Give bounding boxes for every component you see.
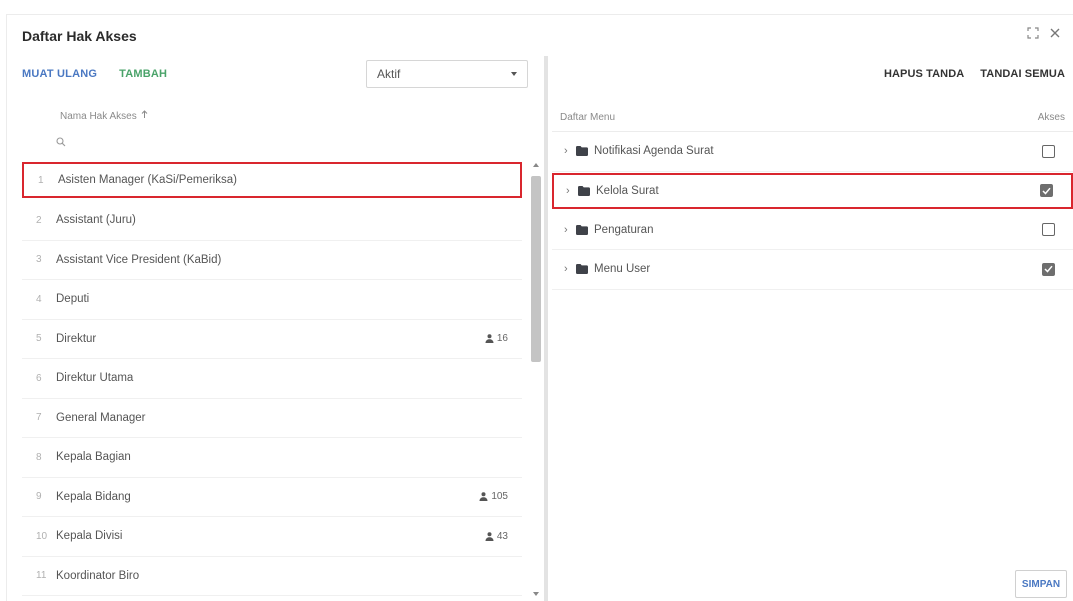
list-item[interactable]: 5 Direktur 16 — [22, 320, 522, 359]
list-item[interactable]: 3 Assistant Vice President (KaBid) — [22, 241, 522, 280]
user-count: 43 — [485, 531, 508, 542]
folder-icon — [576, 224, 588, 235]
list-item[interactable]: 7 General Manager — [22, 399, 522, 438]
access-checkbox[interactable] — [1042, 144, 1055, 158]
access-rights-list: 1 Asisten Manager (KaSi/Pemeriksa) 2 Ass… — [22, 162, 522, 596]
access-checkbox[interactable] — [1040, 184, 1053, 197]
chevron-down-icon — [511, 72, 517, 76]
list-item[interactable]: 10 Kepala Divisi 43 — [22, 517, 522, 557]
menu-table-header: Daftar Menu Akses — [552, 100, 1073, 132]
chevron-right-icon[interactable]: › — [566, 185, 578, 197]
add-button[interactable]: TAMBAH — [119, 68, 167, 80]
sort-asc-icon — [141, 110, 148, 122]
search-field[interactable] — [56, 133, 516, 153]
access-column-header: Akses — [1037, 112, 1065, 123]
menu-item[interactable]: › Menu User — [552, 250, 1073, 290]
dialog-title: Daftar Hak Akses — [22, 28, 137, 44]
list-item[interactable]: 8 Kepala Bagian — [22, 438, 522, 478]
user-count: 105 — [479, 491, 508, 502]
chevron-right-icon[interactable]: › — [564, 263, 576, 275]
user-icon — [485, 532, 494, 541]
check-icon — [1044, 265, 1053, 273]
right-toolbar: HAPUS TANDA TANDAI SEMUA — [884, 68, 1065, 80]
window-controls — [1027, 27, 1061, 39]
menu-item[interactable]: › Notifikasi Agenda Surat — [552, 132, 1073, 172]
reload-button[interactable]: MUAT ULANG — [22, 68, 97, 80]
list-item[interactable]: 6 Direktur Utama — [22, 359, 522, 399]
scroll-down-icon[interactable] — [533, 592, 539, 596]
user-icon — [479, 492, 488, 502]
menu-column-header: Daftar Menu — [560, 112, 616, 123]
panel-divider[interactable] — [544, 56, 548, 601]
column-header-name[interactable]: Nama Hak Akses — [60, 110, 148, 122]
list-item[interactable]: 9 Kepala Bidang 105 — [22, 478, 522, 517]
menu-item[interactable]: › Kelola Surat — [552, 172, 1073, 209]
folder-icon — [576, 146, 588, 157]
list-item[interactable]: 4 Deputi — [22, 280, 522, 320]
status-select-value: Aktif — [377, 67, 401, 81]
clear-marks-button[interactable]: HAPUS TANDA — [884, 68, 964, 80]
check-icon — [1042, 187, 1051, 195]
scrollbar-thumb[interactable] — [531, 176, 541, 362]
folder-icon — [576, 264, 588, 275]
menu-list: › Notifikasi Agenda Surat › Kelola Surat… — [552, 132, 1073, 290]
close-icon[interactable] — [1049, 27, 1061, 39]
search-icon — [56, 136, 66, 150]
scroll-up-icon[interactable] — [533, 163, 539, 167]
chevron-right-icon[interactable]: › — [564, 224, 576, 236]
mark-all-button[interactable]: TANDAI SEMUA — [980, 68, 1065, 80]
access-checkbox[interactable] — [1042, 223, 1055, 237]
left-toolbar: MUAT ULANG TAMBAH — [22, 68, 167, 80]
list-item[interactable]: 1 Asisten Manager (KaSi/Pemeriksa) — [22, 162, 522, 198]
user-icon — [485, 334, 494, 344]
user-count: 16 — [485, 333, 508, 344]
menu-item[interactable]: › Pengaturan — [552, 211, 1073, 250]
save-button[interactable]: SIMPAN — [1015, 570, 1067, 598]
list-item[interactable]: 2 Assistant (Juru) — [22, 201, 522, 241]
status-select[interactable]: Aktif — [366, 60, 528, 88]
access-checkbox[interactable] — [1042, 262, 1055, 276]
chevron-right-icon[interactable]: › — [564, 145, 576, 157]
folder-icon — [578, 185, 590, 196]
list-item[interactable]: 11 Koordinator Biro — [22, 557, 522, 596]
maximize-icon[interactable] — [1027, 27, 1039, 39]
